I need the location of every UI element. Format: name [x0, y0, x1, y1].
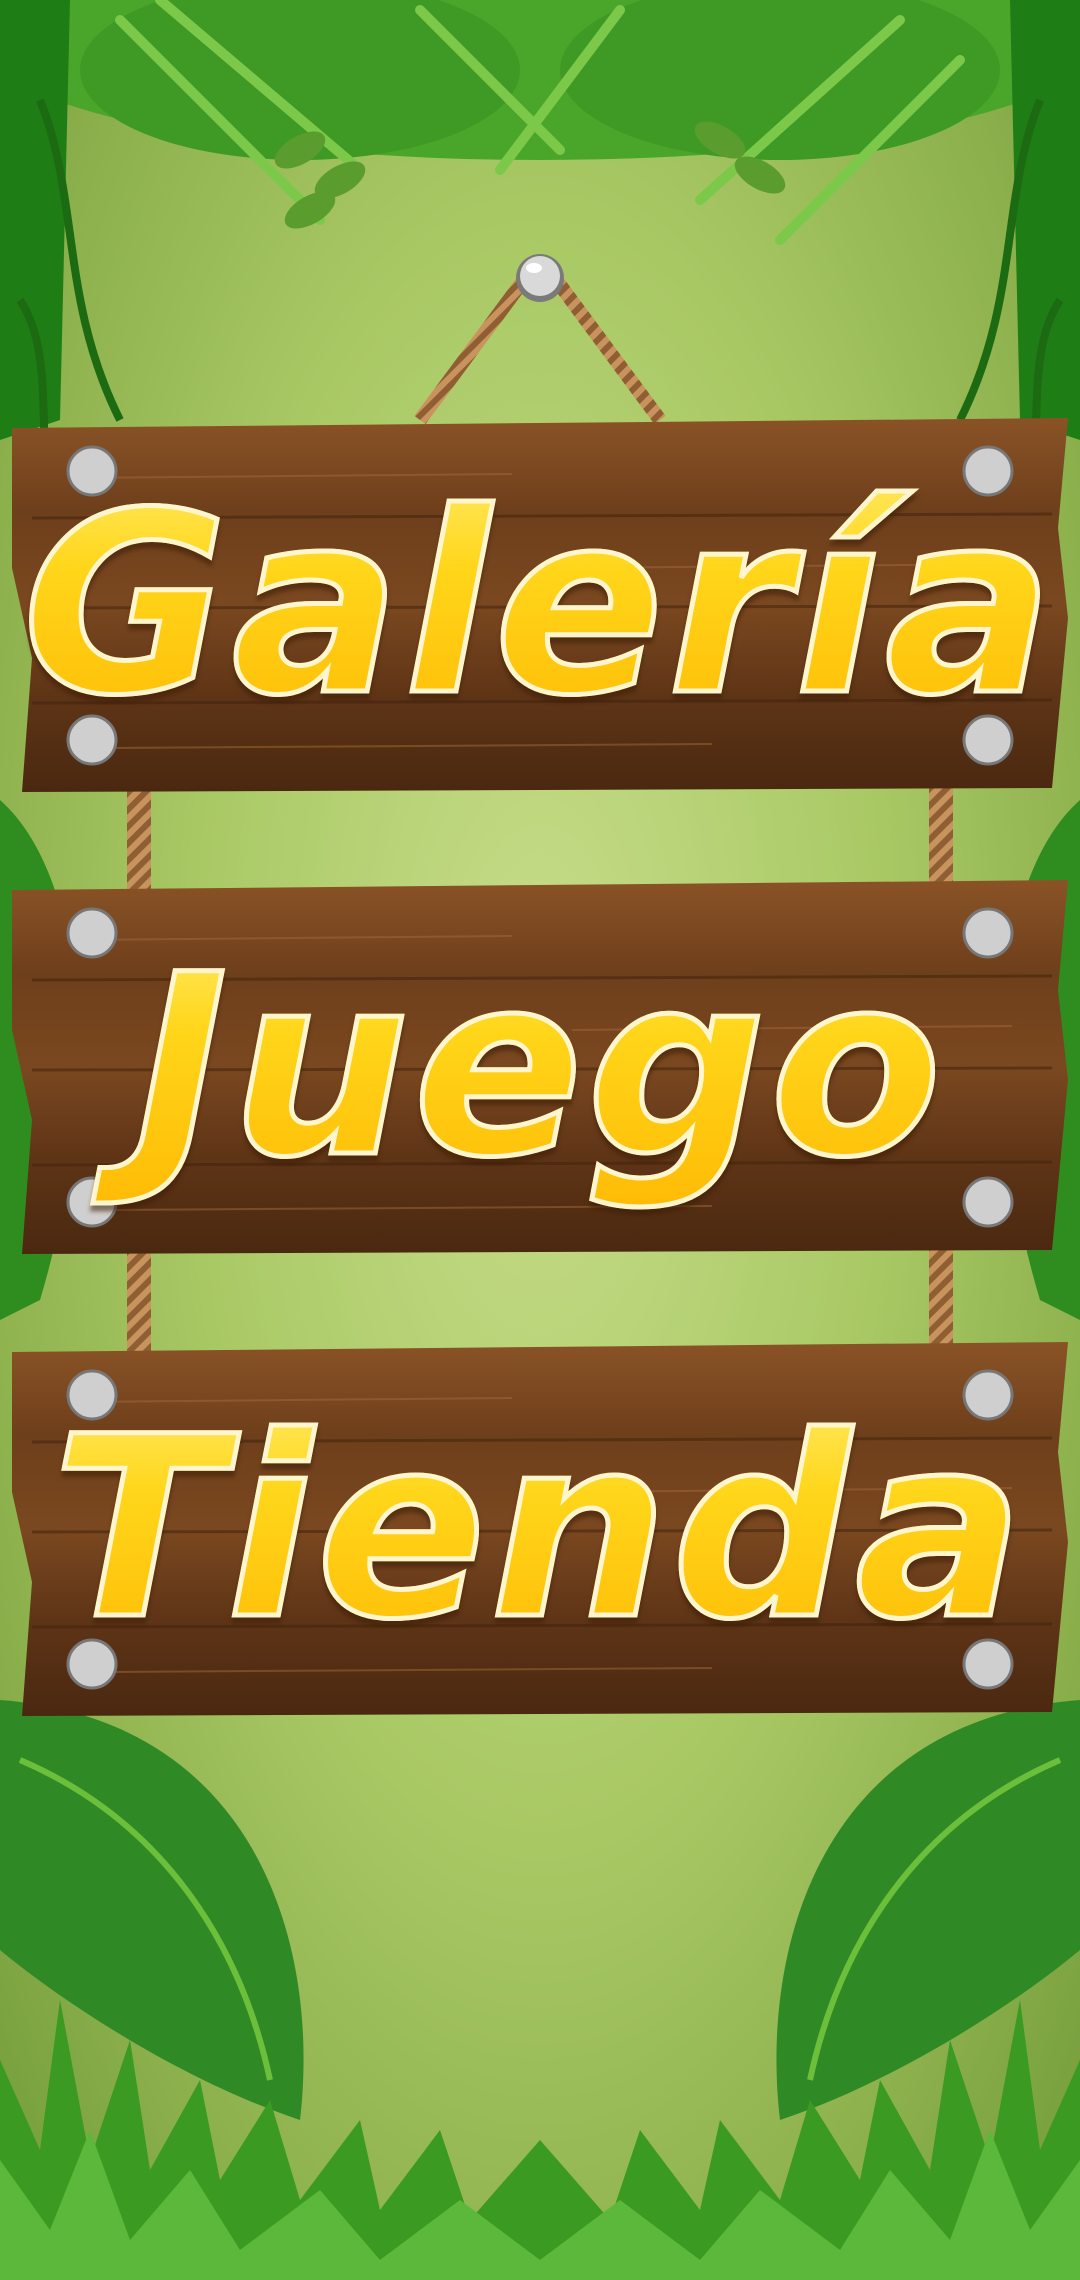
jungle-background: Galería Juego Tienda: [0, 0, 1080, 2280]
play-label: Juego: [12, 880, 1068, 1254]
nail-icon: [516, 254, 564, 302]
play-sign-button[interactable]: Juego: [12, 880, 1068, 1254]
shop-sign-button[interactable]: Tienda: [12, 1342, 1068, 1716]
gallery-label: Galería: [12, 418, 1068, 792]
gallery-sign-button[interactable]: Galería: [12, 418, 1068, 792]
shop-label: Tienda: [12, 1342, 1068, 1716]
